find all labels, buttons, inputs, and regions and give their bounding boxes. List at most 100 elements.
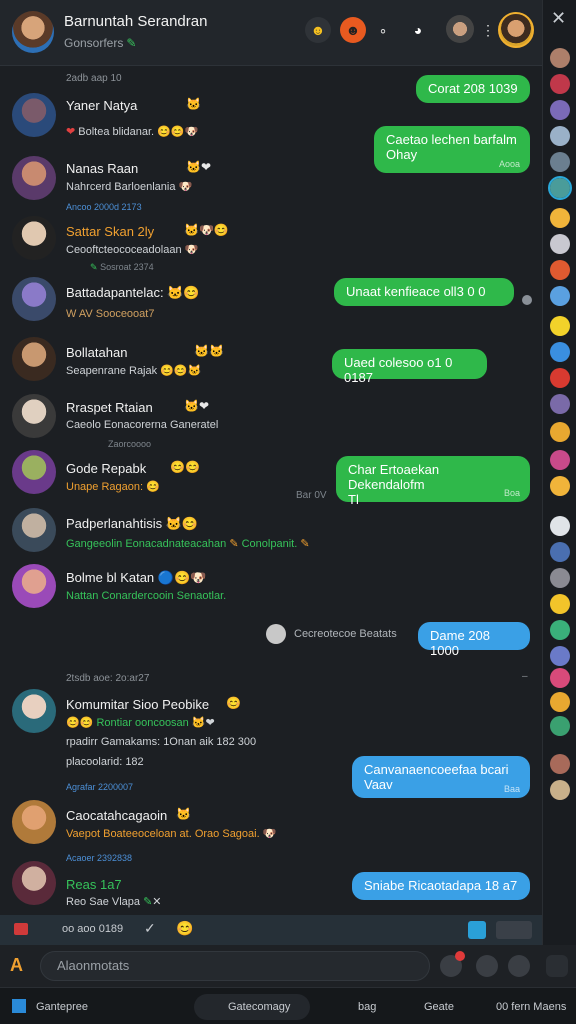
rail-avatar[interactable] [550,476,570,496]
rail-avatar[interactable] [550,516,570,536]
date-divider: 2adb aap 10 [66,73,122,84]
contact-avatar[interactable] [12,508,56,552]
outgoing-message[interactable]: Unaat kenfieace oll3 0 0 [334,278,514,306]
message-timestamp: Acaoer 2392838 [66,853,133,863]
message-timestamp: ✎ Sosroat 2374 [90,262,154,272]
heart-icon[interactable] [476,955,498,977]
toolbar-status: oo aoo 0189 [62,923,124,935]
rail-avatar[interactable] [550,692,570,712]
outgoing-message[interactable]: Dame 208 1000 [418,622,530,658]
chat-title: Barnuntah Serandran [64,13,208,30]
divider-dash-icon: – [522,671,528,682]
outgoing-message[interactable]: Uaed colesoo o1 0 0187 [332,349,487,385]
contact-name: Reas 1a7 [66,877,122,892]
participant-avatar[interactable] [446,15,474,43]
reaction-icon[interactable]: ☻ [340,17,366,43]
contact-avatar[interactable] [12,156,56,200]
message-input[interactable]: Alaonmotats [40,951,430,981]
rail-avatar[interactable] [550,260,570,280]
app-logo-icon[interactable]: A [10,955,23,976]
message-preview: Reo Sae Vlapa ✎✕ [66,896,162,908]
close-icon[interactable]: ✕ [551,8,566,29]
contact-avatar[interactable] [12,394,56,438]
message-preview: Nahrcerd Barloenlania 🐶 [66,181,193,193]
send-icon[interactable] [546,955,568,977]
rail-avatar[interactable] [550,48,570,68]
chat-avatar[interactable] [12,11,54,53]
record-icon[interactable] [14,923,28,935]
contact-avatar[interactable] [12,337,56,381]
sticker-icon: 🐱🐱 [194,344,224,358]
contact-avatar[interactable] [12,800,56,844]
ghost-icon[interactable]: ◕ [405,17,431,43]
rail-avatar[interactable] [550,620,570,640]
message-preview: W AV Sooceooat7 [66,308,155,320]
outgoing-message[interactable]: Canvanaencoeefaa bcari Vaav Baa [352,756,530,798]
rail-avatar[interactable] [550,368,570,388]
rail-avatar[interactable] [550,286,570,306]
contact-name: Battadapantelac: 🐱😊 [66,285,200,300]
chat-subtitle: Gonsorfers ✎ [64,36,137,50]
outgoing-message[interactable]: Sniabe Ricaotadapa 18 a7 [352,872,530,900]
contact-avatar[interactable] [12,277,56,321]
rail-avatar[interactable] [550,152,570,172]
rail-avatar[interactable] [550,716,570,736]
message-preview: Gangeeolin Eonacadnateacahan ✎ Conolpani… [66,538,310,550]
contact-avatar[interactable] [12,564,56,608]
contact-name: Rraspet Rtaian [66,400,153,415]
contact-avatar[interactable] [12,93,56,137]
rail-avatar[interactable] [550,234,570,254]
rail-avatar[interactable] [550,100,570,120]
rail-avatar[interactable] [550,646,570,666]
message-preview: Caeolo Eonacorerna Ganeratel [66,419,219,431]
more-dots-icon[interactable]: ∘ [370,17,396,43]
taskbar-search-label: Gatecomagy [228,1001,291,1013]
contact-avatar[interactable] [12,861,56,905]
message-preview: Seapenrane Rajak 😊😊🐱 [66,365,202,377]
rail-avatar[interactable] [550,450,570,470]
sticker-icon: 🐱🐶😊 [184,223,229,237]
toggle-icon[interactable] [496,921,532,939]
message-line: placoolarid: 182 [66,756,144,768]
start-icon[interactable] [12,999,26,1013]
rail-avatar[interactable] [550,316,570,336]
rail-avatar[interactable] [550,126,570,146]
contact-avatar[interactable] [12,216,56,260]
smile-icon[interactable] [508,955,530,977]
outgoing-message[interactable]: Corat 208 1039 [416,75,530,103]
verified-icon: ✎ [126,36,137,50]
emoji-icon[interactable]: ☻ [305,17,331,43]
rail-avatar[interactable] [550,542,570,562]
outgoing-message[interactable]: Caetao lechen barfalm Ohay Aooa [374,126,530,173]
contact-avatar[interactable] [12,450,56,494]
attachment-icon[interactable] [468,921,486,939]
contact-name: Padperlanahtisis 🐱😊 [66,516,199,531]
notification-badge [455,951,465,961]
emoji-icon[interactable]: 😊 [176,920,193,937]
rail-avatar[interactable] [550,394,570,414]
rail-avatar[interactable] [550,208,570,228]
rail-avatar[interactable] [550,568,570,588]
contact-name: Yaner Natya [66,98,138,113]
check-icon[interactable]: ✓ [144,920,156,937]
rail-avatar[interactable] [550,342,570,362]
taskbar-start[interactable]: Gantepree [36,1001,88,1013]
profile-avatar[interactable] [498,12,534,48]
outgoing-message[interactable]: Char Ertoaekan Dekendalofm Tl Boa [336,456,530,507]
rail-avatar-active[interactable] [548,176,572,200]
rail-avatar[interactable] [550,74,570,94]
contact-avatar[interactable] [12,689,56,733]
rail-avatar[interactable] [550,754,570,774]
rail-avatar[interactable] [550,780,570,800]
taskbar-item[interactable]: bag [358,1001,376,1013]
message-preview: Vaepot Boateeoceloan at. Orao Sagoai. 🐶 [66,828,277,840]
taskbar: Gantepree Gatecomagy bag Geate 00 fern M… [0,987,576,1024]
rail-avatar[interactable] [550,594,570,614]
message-preview: Ceooftcteococeadolaan 🐶 [66,244,199,256]
message-preview: ❤ Boltea blidanar. 😊😊🐶 [66,126,199,138]
rail-avatar[interactable] [550,422,570,442]
taskbar-item[interactable]: Geate [424,1001,454,1013]
message-list[interactable]: 2adb aap 10 Corat 208 1039 Yaner Natya 🐱… [0,67,542,915]
rail-avatar[interactable] [550,668,570,688]
clock: 00 fern Maens [496,1001,567,1013]
